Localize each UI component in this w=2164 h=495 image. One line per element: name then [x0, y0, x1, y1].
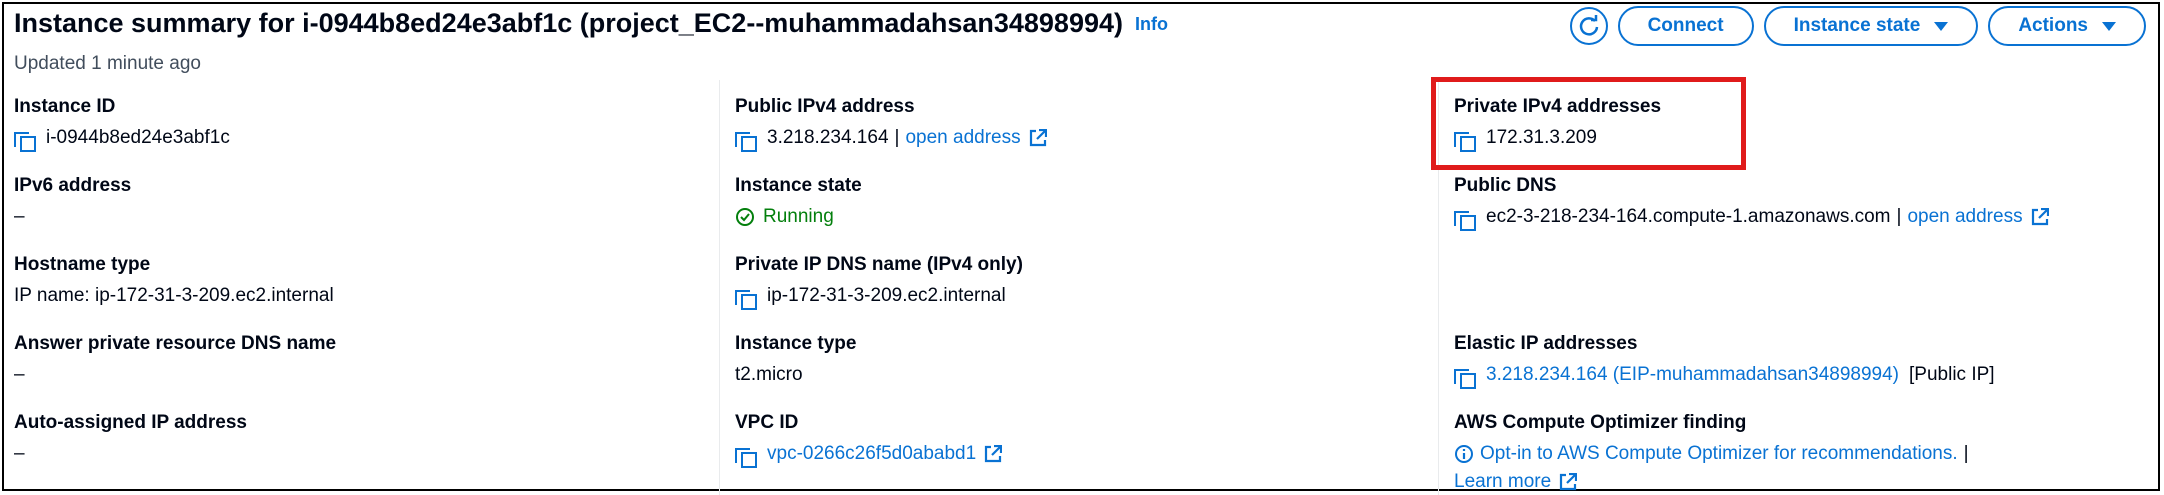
field-hostname-type: Hostname type IP name: ip-172-31-3-209.e…: [14, 254, 334, 307]
copy-icon[interactable]: [1454, 206, 1476, 231]
vpc-id-link[interactable]: vpc-0266c26f5d0ababd1: [767, 443, 976, 465]
private-dns-value: ip-172-31-3-209.ec2.internal: [767, 285, 1006, 306]
field-ipv6: IPv6 address –: [14, 175, 131, 228]
copy-icon[interactable]: [1454, 364, 1476, 389]
separator: |: [1963, 443, 1969, 464]
updated-timestamp: Updated 1 minute ago: [14, 53, 201, 74]
separator: |: [894, 127, 900, 148]
caret-down-icon: [1934, 21, 1949, 31]
answer-dns-value: –: [14, 364, 25, 385]
info-link[interactable]: Info: [1135, 14, 1168, 34]
field-instance-id: Instance ID i-0944b8ed24e3abf1c: [14, 96, 230, 152]
instance-state-label: Instance state: [1793, 15, 1921, 36]
details-column-2: Public IPv4 address 3.218.234.164 | open a…: [719, 80, 1444, 495]
public-ipv4-value: 3.218.234.164: [767, 127, 889, 148]
public-ip-tag: [Public IP]: [1909, 364, 1995, 385]
ipv6-value: –: [14, 206, 25, 227]
external-link-icon[interactable]: [1029, 129, 1047, 147]
header-actions: Connect Instance state Actions: [1569, 6, 2146, 46]
elastic-ip-link[interactable]: 3.218.234.164 (EIP-muhammadahsan34898994…: [1486, 364, 1899, 386]
field-label: Instance type: [735, 333, 857, 354]
page-title: Instance summary for i-0944b8ed24e3abf1c…: [14, 8, 1168, 39]
hostname-type-value: IP name: ip-172-31-3-209.ec2.internal: [14, 285, 334, 306]
field-label: Hostname type: [14, 254, 151, 275]
connect-label: Connect: [1647, 15, 1724, 36]
external-link-icon[interactable]: [2031, 208, 2049, 226]
field-instance-state: Instance state Running: [735, 175, 862, 228]
instance-state-button[interactable]: Instance state: [1763, 6, 1979, 46]
field-label: Auto-assigned IP address: [14, 412, 247, 433]
open-address-link[interactable]: open address: [1907, 206, 2022, 228]
copy-icon[interactable]: [735, 127, 757, 152]
details-column-1: Instance ID i-0944b8ed24e3abf1c IPv6 add…: [14, 80, 714, 495]
external-link-icon[interactable]: [1559, 473, 1578, 491]
field-label: Elastic IP addresses: [1454, 333, 1638, 354]
learn-more-link[interactable]: Learn more: [1454, 471, 1551, 493]
refresh-button[interactable]: [1569, 7, 1608, 45]
instance-id-value: i-0944b8ed24e3abf1c: [46, 127, 230, 148]
field-label: Instance ID: [14, 96, 116, 117]
open-address-link[interactable]: open address: [905, 127, 1020, 149]
field-label: Private IP DNS name (IPv4 only): [735, 254, 1023, 275]
actions-button[interactable]: Actions: [1988, 6, 2146, 46]
refresh-icon: [1579, 15, 1598, 36]
copy-icon[interactable]: [735, 443, 757, 468]
field-instance-type: Instance type t2.micro: [735, 333, 856, 386]
instance-state-value: Running: [763, 206, 834, 227]
external-link-icon[interactable]: [984, 445, 1003, 463]
field-public-ipv4: Public IPv4 address 3.218.234.164 | open a…: [735, 96, 1047, 152]
copy-icon[interactable]: [14, 127, 36, 152]
field-elastic-ip: Elastic IP addresses 3.218.234.164 (EIP-…: [1454, 333, 1995, 389]
highlight-box: [1431, 77, 1746, 170]
field-private-dns: Private IP DNS name (IPv4 only) ip-172-3…: [735, 254, 1023, 310]
copy-icon[interactable]: [735, 285, 757, 310]
field-auto-ip: Auto-assigned IP address –: [14, 412, 247, 465]
field-label: Instance state: [735, 175, 862, 196]
field-label: IPv6 address: [14, 175, 132, 196]
info-icon: [1455, 445, 1473, 463]
field-vpc-id: VPC ID vpc-0266c26f5d0ababd1: [735, 412, 1003, 468]
field-public-dns: Public DNS ec2-3-218-234-164.compute-1.a…: [1454, 175, 2049, 231]
instance-type-value: t2.micro: [735, 364, 803, 385]
public-dns-value: ec2-3-218-234-164.compute-1.amazonaws.co…: [1486, 206, 1891, 227]
field-label: Public IPv4 address: [735, 96, 915, 117]
optimizer-opt-in-link[interactable]: Opt-in to AWS Compute Optimizer for reco…: [1480, 443, 1958, 465]
separator: |: [1896, 206, 1902, 227]
check-circle-icon: [736, 208, 754, 226]
connect-button[interactable]: Connect: [1617, 6, 1754, 46]
field-label: AWS Compute Optimizer finding: [1454, 412, 1747, 433]
field-label: Public DNS: [1454, 175, 1557, 196]
actions-label: Actions: [2018, 15, 2088, 36]
field-optimizer: AWS Compute Optimizer finding Opt-in to …: [1454, 412, 1975, 493]
caret-down-icon: [2102, 21, 2116, 31]
field-label: VPC ID: [735, 412, 799, 433]
field-answer-dns: Answer private resource DNS name –: [14, 333, 336, 386]
field-label: Answer private resource DNS name: [14, 333, 337, 354]
title-text: Instance summary for i-0944b8ed24e3abf1c…: [14, 8, 1123, 38]
auto-ip-value: –: [14, 443, 25, 464]
